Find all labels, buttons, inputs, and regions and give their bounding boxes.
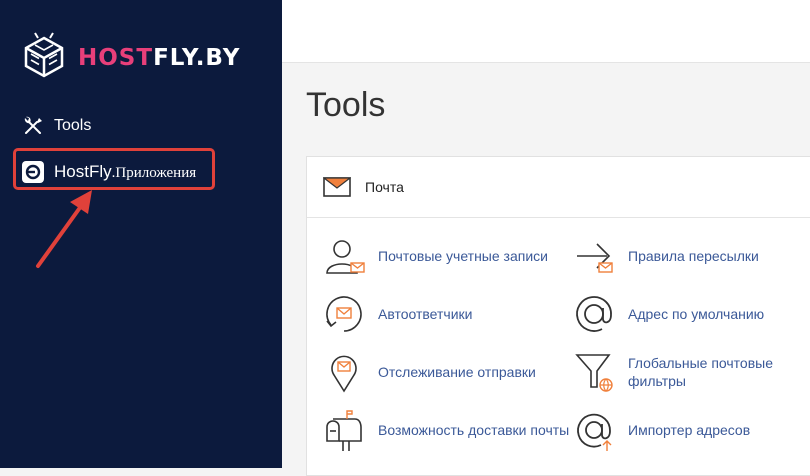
tool-label: Правила пересылки bbox=[628, 248, 759, 264]
sidebar-item-tools[interactable]: Tools bbox=[22, 114, 91, 138]
logo-text-fly: FLY.BY bbox=[153, 45, 241, 71]
apps-label-suffix: .Приложения bbox=[111, 165, 197, 181]
address-importer-icon bbox=[570, 406, 618, 454]
logo-text-host: HOST bbox=[78, 45, 154, 71]
tool-autoresponders[interactable]: Автоответчики bbox=[320, 290, 472, 338]
tool-track-delivery[interactable]: Отслеживание отправки bbox=[320, 348, 536, 396]
logo-text: HOSTFLY.BY bbox=[78, 46, 240, 70]
page-title: Tools bbox=[306, 86, 386, 124]
tool-forwarders[interactable]: Правила пересылки bbox=[570, 232, 759, 280]
tool-default-address[interactable]: Адрес по умолчанию bbox=[570, 290, 764, 338]
forwarders-icon bbox=[570, 232, 618, 280]
section-title: Почта bbox=[365, 179, 404, 195]
tool-global-filters[interactable]: Глобальные почтовые фильтры bbox=[570, 348, 798, 396]
hostfly-logo[interactable]: HOSTFLY.BY bbox=[22, 32, 239, 78]
tool-label: Глобальные почтовые фильтры bbox=[628, 355, 774, 389]
autoresponders-icon bbox=[320, 290, 368, 338]
tool-label: Почтовые учетные записи bbox=[378, 248, 548, 264]
tool-email-accounts[interactable]: Почтовые учетные записи bbox=[320, 232, 548, 280]
section-header[interactable]: Почта bbox=[307, 157, 810, 218]
default-address-icon bbox=[570, 290, 618, 338]
envelope-icon bbox=[323, 177, 351, 197]
tool-label: Импортер адресов bbox=[628, 422, 751, 438]
tool-label: Возможность доставки почты bbox=[378, 422, 570, 438]
global-filters-icon bbox=[570, 348, 618, 396]
tool-address-importer[interactable]: Импортер адресов bbox=[570, 406, 750, 454]
top-bar bbox=[282, 0, 810, 63]
tool-label: Отслеживание отправки bbox=[378, 364, 536, 380]
deliverability-icon bbox=[320, 406, 368, 454]
pointer-arrow-icon bbox=[36, 190, 92, 268]
sidebar-item-label: Tools bbox=[54, 117, 92, 134]
email-accounts-icon bbox=[320, 232, 368, 280]
sidebar: HOSTFLY.BY Tools HostFly.Приложения bbox=[0, 0, 282, 468]
logo-cube-icon bbox=[24, 32, 64, 78]
track-delivery-icon bbox=[320, 348, 368, 396]
tool-label: Автоответчики bbox=[378, 306, 473, 322]
tool-label: Адрес по умолчанию bbox=[628, 306, 765, 322]
tool-deliverability[interactable]: Возможность доставки почты bbox=[320, 406, 569, 454]
tools-icon bbox=[24, 116, 42, 134]
